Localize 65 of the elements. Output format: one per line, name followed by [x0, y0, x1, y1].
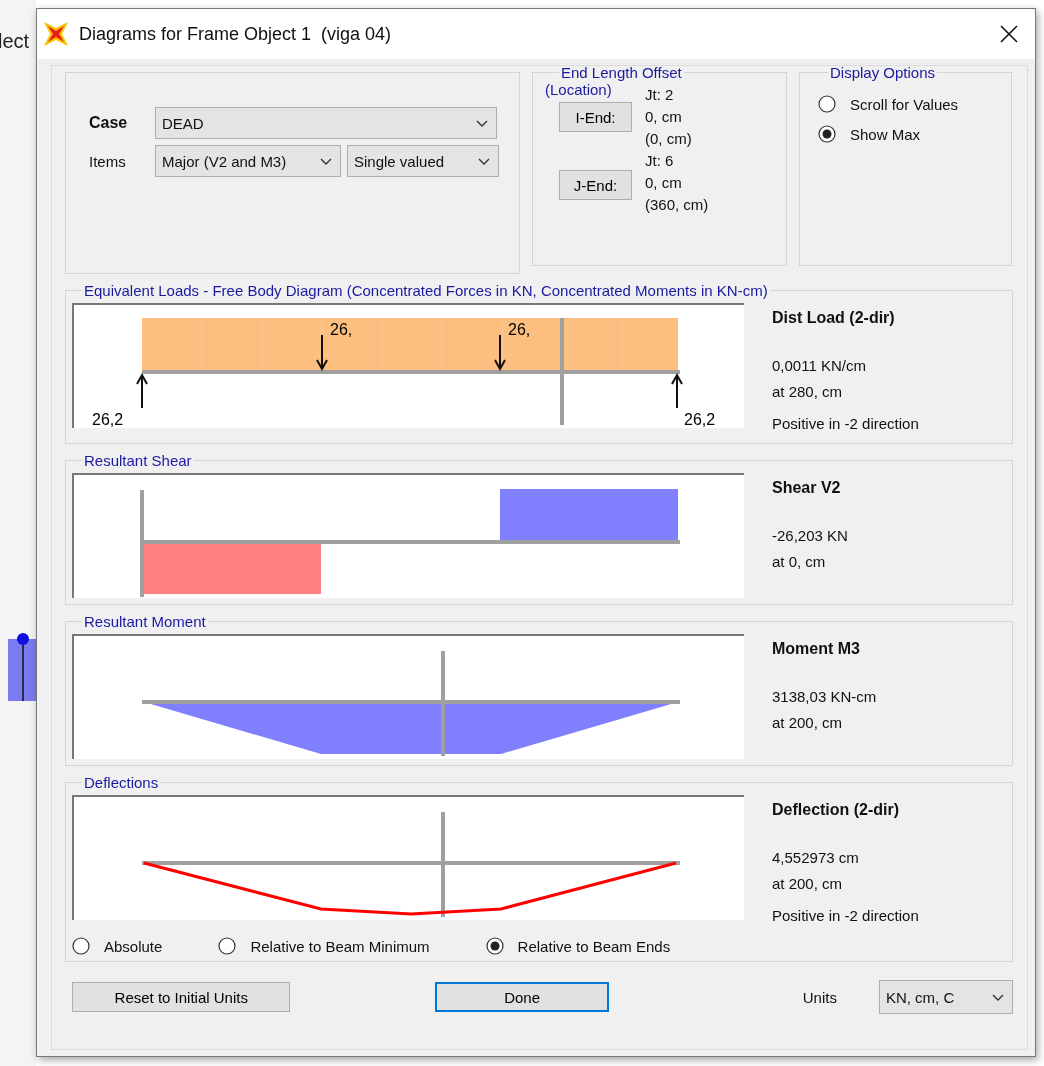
- window-title: Diagrams for Frame Object 1 (viga 04): [79, 23, 393, 45]
- done-button[interactable]: Done: [435, 982, 609, 1012]
- result-heading: Deflection (2-dir): [772, 800, 901, 820]
- end-button[interactable]: J-End:: [559, 170, 632, 200]
- result-value: 3138,03 KN-cm: [772, 687, 877, 707]
- up-arrow-icon: [671, 372, 683, 409]
- case-label: Case: [89, 114, 129, 132]
- caret-icon: [320, 157, 332, 165]
- group-title: End Length Offset: [560, 64, 683, 81]
- offset-value: 0, cm: [645, 107, 683, 127]
- result-heading: Shear V2: [772, 478, 842, 498]
- radio-icon[interactable]: [485, 937, 504, 955]
- result-note: Positive in -2 direction: [772, 906, 919, 926]
- reaction-label: 26,2: [684, 411, 716, 428]
- result-value: -26,203 KN: [772, 526, 848, 546]
- caret-icon: [478, 157, 490, 165]
- radio-option[interactable]: Show Max: [818, 125, 1011, 143]
- units-label: Units: [802, 988, 837, 1006]
- caret-icon: [476, 119, 488, 127]
- end-button[interactable]: I-End:: [559, 102, 632, 132]
- down-arrow-icon: [316, 334, 328, 372]
- radio-option[interactable]: Relative to Beam Ends: [485, 937, 671, 955]
- panel-title: Resultant Shear: [83, 452, 193, 469]
- force-label: 26,: [330, 321, 353, 338]
- panel-title: Resultant Moment: [83, 613, 207, 630]
- result-heading: Moment M3: [772, 639, 861, 659]
- column-drawing: [8, 633, 36, 701]
- case-dropdown[interactable]: DEAD: [155, 107, 497, 139]
- result-location: at 200, cm: [772, 874, 844, 894]
- down-arrow-icon: [494, 334, 506, 372]
- radio-option[interactable]: Absolute: [72, 937, 163, 955]
- result-value: 4,552973 cm: [772, 848, 860, 868]
- reset-units-button[interactable]: Reset to Initial Units: [72, 982, 291, 1012]
- items-dropdown[interactable]: Major (V2 and M3): [155, 145, 341, 177]
- close-icon[interactable]: [1000, 25, 1018, 43]
- result-heading: Dist Load (2-dir): [772, 308, 896, 328]
- panel-title: Deflections: [83, 774, 160, 791]
- radio-icon[interactable]: [818, 95, 836, 113]
- force-label: 26,: [508, 321, 531, 338]
- joint-label: Jt: 2: [645, 85, 675, 105]
- group-subtitle: (Location): [545, 81, 612, 98]
- result-location: at 280, cm: [772, 382, 844, 402]
- up-arrow-icon: [136, 372, 148, 409]
- location-value: (360, cm): [645, 195, 710, 215]
- value-type-dropdown[interactable]: Single valued: [347, 145, 499, 177]
- items-label: Items: [89, 152, 127, 170]
- location-value: (0, cm): [645, 129, 693, 149]
- result-note: Positive in -2 direction: [772, 414, 919, 434]
- radio-icon[interactable]: [72, 937, 90, 955]
- result-location: at 200, cm: [772, 713, 844, 733]
- radio-option[interactable]: Scroll for Values: [818, 95, 1011, 113]
- caret-icon: [992, 993, 1004, 1001]
- joint-label: Jt: 6: [645, 151, 675, 171]
- radio-icon[interactable]: [818, 125, 836, 143]
- group-title: Display Options: [829, 64, 937, 81]
- units-dropdown[interactable]: KN, cm, C: [878, 980, 1013, 1014]
- background-window-text: lect: [0, 30, 31, 53]
- app-logo-icon: [43, 21, 69, 47]
- radio-icon[interactable]: [218, 937, 237, 955]
- offset-value: 0, cm: [645, 173, 683, 193]
- result-location: at 0, cm: [772, 552, 827, 572]
- panel-title: Equivalent Loads - Free Body Diagram (Concentrated Forces in KN, Concentrated Moments in KN-cm): [83, 282, 769, 299]
- reaction-label: 26,2: [92, 411, 124, 428]
- result-value: 0,0011 KN/cm: [772, 356, 867, 376]
- radio-option[interactable]: Relative to Beam Minimum: [218, 937, 430, 955]
